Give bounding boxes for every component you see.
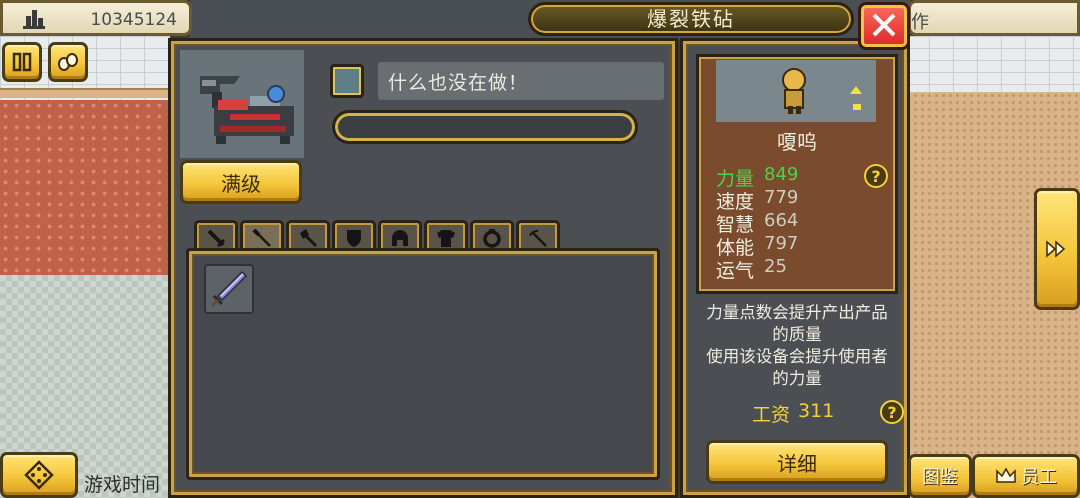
worker-portrait — [716, 60, 876, 122]
pickaxe-icon — [529, 229, 547, 247]
helmet-icon — [392, 229, 408, 246]
eggs-icon — [58, 53, 78, 71]
anvil-machine-icon — [200, 76, 294, 144]
description-line: 的质量 — [772, 325, 822, 344]
salary-value: 311 — [798, 400, 835, 422]
staff-button[interactable]: 员工 — [972, 454, 1080, 498]
next-page-button[interactable] — [1034, 188, 1080, 310]
max-level-label: 满级 — [221, 171, 261, 196]
stat-label: 运气 — [716, 260, 755, 282]
right-top-label: 作 — [911, 12, 929, 33]
stat-description: 力量点数会提升产出产品 的质量 使用该设备会提升使用者 的力量 — [690, 302, 904, 390]
dagger-icon — [210, 270, 248, 308]
sword-icon — [207, 229, 226, 247]
category-tabs — [194, 220, 560, 252]
salary-label: 工资 — [752, 404, 791, 426]
dialog-title: 爆裂铁砧 — [647, 7, 735, 31]
building-icon — [23, 10, 45, 29]
worker-avatar-icon — [782, 68, 862, 114]
auto-work-checkbox[interactable] — [330, 64, 364, 98]
pause-button[interactable] — [2, 42, 42, 82]
description-line: 力量点数会提升产出产品 — [706, 303, 888, 322]
fast-forward-icon — [1046, 240, 1066, 258]
detail-label: 详细 — [777, 451, 817, 476]
crown-icon — [996, 467, 1016, 483]
close-button[interactable] — [858, 2, 910, 50]
description-line: 使用该设备会提升使用者 — [706, 347, 888, 366]
salary-help-icon[interactable]: ? — [880, 400, 904, 424]
scene-shelf — [0, 88, 170, 98]
spear-icon — [252, 228, 271, 247]
money-display: 10345124 — [0, 0, 192, 36]
stat-luck: 运气 25 — [716, 256, 787, 283]
max-level-button[interactable]: 满级 — [180, 160, 302, 204]
detail-button[interactable]: 详细 — [706, 440, 888, 484]
stat-value: 25 — [764, 256, 787, 277]
game-time-label: 游戏时间 — [84, 474, 161, 496]
stat-help-icon[interactable]: ? — [864, 164, 888, 188]
close-icon — [872, 13, 896, 37]
status-box: 什么也没在做！ — [378, 62, 664, 100]
dialog-title-bar: 爆裂铁砧 — [528, 2, 854, 36]
machine-preview — [180, 50, 304, 158]
description-line: 的力量 — [772, 369, 822, 388]
scene-brick-floor — [0, 100, 170, 275]
work-progress-bar — [332, 110, 638, 144]
scene-wall-right — [905, 36, 1080, 100]
ring-icon — [483, 228, 501, 248]
handbook-button[interactable]: 图鉴 — [908, 454, 972, 498]
worker-name: 嗄呜 — [777, 130, 817, 154]
pause-icon — [12, 52, 32, 72]
armor-icon — [437, 229, 455, 247]
right-top-strip[interactable]: 作 — [908, 0, 1080, 36]
map-button[interactable] — [0, 452, 78, 498]
handbook-label: 图鉴 — [922, 467, 958, 488]
dpad-icon — [24, 460, 54, 490]
inventory-grid — [186, 248, 660, 480]
axe-icon — [300, 228, 318, 247]
money-amount: 10345124 — [90, 10, 177, 30]
inventory-slot[interactable] — [204, 264, 254, 314]
speed-button[interactable] — [48, 42, 88, 82]
shield-icon — [347, 229, 361, 247]
salary-row: 工资 311 — [752, 400, 834, 427]
status-text: 什么也没在做！ — [388, 72, 529, 94]
staff-label: 员工 — [1021, 467, 1057, 488]
